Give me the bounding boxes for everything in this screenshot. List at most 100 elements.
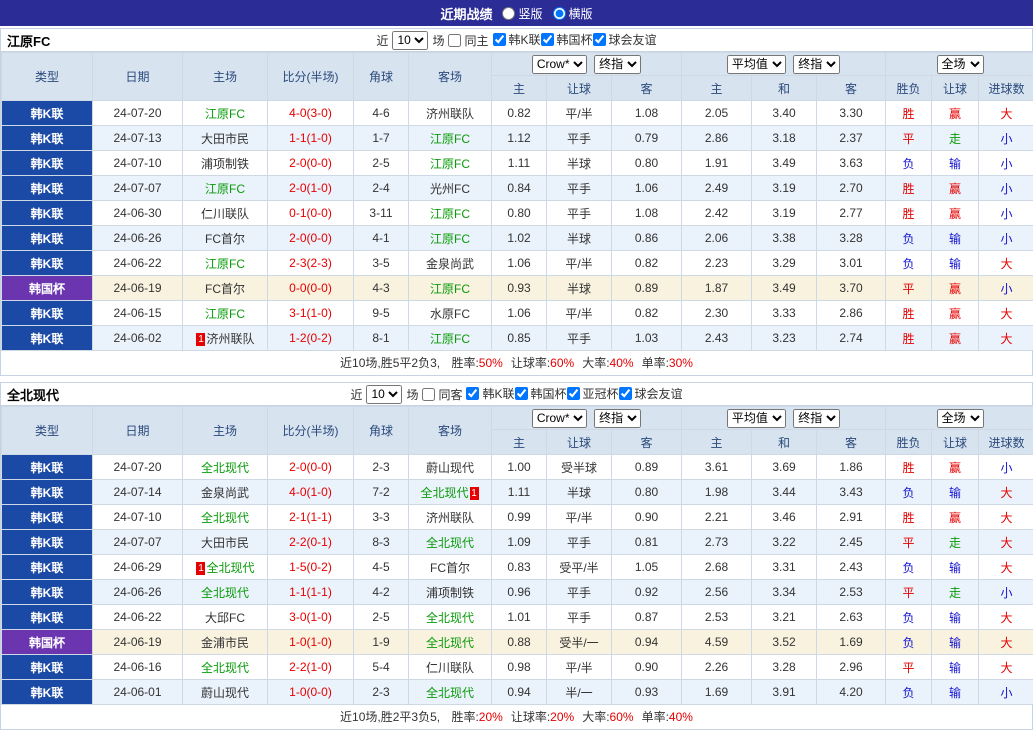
- team-cell: 仁川联队: [183, 201, 268, 226]
- average-select[interactable]: 平均值: [727, 55, 786, 74]
- team-cell: 江原FC: [409, 276, 492, 301]
- team-cell: FC首尔: [409, 555, 492, 580]
- corner-count: 1-9: [354, 630, 409, 655]
- same-venue-checkbox[interactable]: [422, 388, 435, 401]
- gangwon-results-table: 类型 日期 主场 比分(半场) 角球 客场 Crow* 终指 平均值 终指 全场: [1, 52, 1033, 351]
- europe-odds: 2.53: [682, 605, 752, 630]
- league-checkbox[interactable]: [567, 387, 580, 400]
- bookmaker-select[interactable]: Crow*: [532, 409, 587, 428]
- team-name: 水原FC: [430, 307, 470, 321]
- stat-label: 胜率:: [451, 710, 478, 724]
- handicap-odds: 0.80: [492, 201, 547, 226]
- team-name: 济州联队: [426, 511, 474, 525]
- result-value: 小: [979, 151, 1033, 176]
- result-value: 大: [979, 480, 1033, 505]
- competition-type: 韩K联: [2, 530, 93, 555]
- fullmatch-select[interactable]: 全场: [937, 55, 984, 74]
- league-filter[interactable]: 球会友谊: [593, 31, 657, 48]
- result-value: 大: [979, 101, 1033, 126]
- competition-type: 韩国杯: [2, 630, 93, 655]
- horizontal-radio[interactable]: [553, 7, 566, 20]
- league-checkbox[interactable]: [466, 387, 479, 400]
- result-value: 大: [979, 630, 1033, 655]
- team-cell: 全北现代: [409, 680, 492, 705]
- score: 2-0(0-0): [268, 151, 354, 176]
- team-name: 全北现代: [201, 511, 249, 525]
- fullmatch-select[interactable]: 全场: [937, 409, 984, 428]
- europe-odds: 1.69: [682, 680, 752, 705]
- europe-odds: 2.30: [682, 301, 752, 326]
- average-select[interactable]: 平均值: [727, 409, 786, 428]
- europe-odds: 3.33: [752, 301, 817, 326]
- horizontal-label: 横版: [569, 5, 593, 22]
- team-name: 仁川联队: [426, 661, 474, 675]
- jeonbuk-results-table: 类型 日期 主场 比分(半场) 角球 客场 Crow* 终指 平均值 终指 全场: [1, 406, 1033, 705]
- handicap-odds: 0.88: [492, 630, 547, 655]
- final-index-select[interactable]: 终指: [594, 55, 641, 74]
- final-index-select[interactable]: 终指: [594, 409, 641, 428]
- europe-odds: 1.69: [817, 630, 886, 655]
- col-result-wdl: 胜负: [886, 76, 932, 101]
- team-cell: 全北现代: [409, 605, 492, 630]
- corner-count: 2-3: [354, 680, 409, 705]
- team-cell: 金泉尚武: [183, 480, 268, 505]
- team-cell: 江原FC: [409, 326, 492, 351]
- league-checkbox[interactable]: [493, 33, 506, 46]
- bookmaker-select[interactable]: Crow*: [532, 55, 587, 74]
- team-name: 全北现代: [426, 611, 474, 625]
- result-header: 全场: [886, 53, 1033, 76]
- league-filter[interactable]: 亚冠杯: [567, 385, 619, 402]
- result-value: 负: [886, 480, 932, 505]
- match-date: 24-07-20: [93, 101, 183, 126]
- league-filter[interactable]: 球会友谊: [619, 385, 683, 402]
- score: 1-5(0-2): [268, 555, 354, 580]
- handicap-odds: 平/半: [547, 655, 612, 680]
- match-count-select[interactable]: 10: [366, 385, 402, 404]
- handicap-odds: 0.99: [492, 505, 547, 530]
- final-index-select[interactable]: 终指: [793, 55, 840, 74]
- layout-horizontal-option[interactable]: 横版: [553, 5, 593, 22]
- team-name: 江原FC: [205, 307, 245, 321]
- layout-vertical-option[interactable]: 竖版: [502, 5, 542, 22]
- match-row: 韩K联24-07-20江原FC4-0(3-0)4-6济州联队0.82平/半1.0…: [2, 101, 1033, 126]
- team-cell: 蔚山现代: [183, 680, 268, 705]
- league-checkbox[interactable]: [593, 33, 606, 46]
- league-filter[interactable]: 韩K联: [493, 31, 541, 48]
- corner-count: 3-11: [354, 201, 409, 226]
- league-checkbox[interactable]: [541, 33, 554, 46]
- competition-type: 韩K联: [2, 580, 93, 605]
- result-value: 小: [979, 126, 1033, 151]
- handicap-odds: 半球: [547, 151, 612, 176]
- league-filter[interactable]: 韩国杯: [541, 31, 593, 48]
- league-filter[interactable]: 韩K联: [466, 385, 514, 402]
- same-venue-checkbox[interactable]: [448, 34, 461, 47]
- handicap-odds: 0.89: [612, 276, 682, 301]
- final-index-select[interactable]: 终指: [793, 409, 840, 428]
- league-checkbox[interactable]: [619, 387, 632, 400]
- europe-odds: 2.74: [817, 326, 886, 351]
- col-eu-home: 主: [682, 76, 752, 101]
- result-value: 胜: [886, 201, 932, 226]
- same-venue-label: 同客: [438, 386, 462, 403]
- score: 2-0(0-0): [268, 455, 354, 480]
- match-date: 24-06-26: [93, 580, 183, 605]
- col-away: 客场: [409, 407, 492, 455]
- result-value: 赢: [932, 301, 979, 326]
- result-value: 小: [979, 680, 1033, 705]
- same-venue-filter[interactable]: 同主: [448, 32, 488, 49]
- vertical-radio[interactable]: [502, 7, 515, 20]
- same-venue-filter[interactable]: 同客: [422, 386, 462, 403]
- table-header: 类型 日期 主场 比分(半场) 角球 客场 Crow* 终指 平均值 终指 全场: [2, 53, 1033, 101]
- europe-odds: 3.43: [817, 480, 886, 505]
- match-count-select[interactable]: 10: [392, 31, 428, 50]
- handicap-odds: 半球: [547, 276, 612, 301]
- europe-odds: 2.96: [817, 655, 886, 680]
- team-name: FC首尔: [205, 282, 245, 296]
- league-checkbox[interactable]: [515, 387, 528, 400]
- handicap-odds: 半球: [547, 226, 612, 251]
- score: 4-0(1-0): [268, 480, 354, 505]
- team-name: FC首尔: [205, 232, 245, 246]
- league-filter[interactable]: 韩国杯: [515, 385, 567, 402]
- team-cell: 1全北现代: [183, 555, 268, 580]
- handicap-odds: 0.85: [492, 326, 547, 351]
